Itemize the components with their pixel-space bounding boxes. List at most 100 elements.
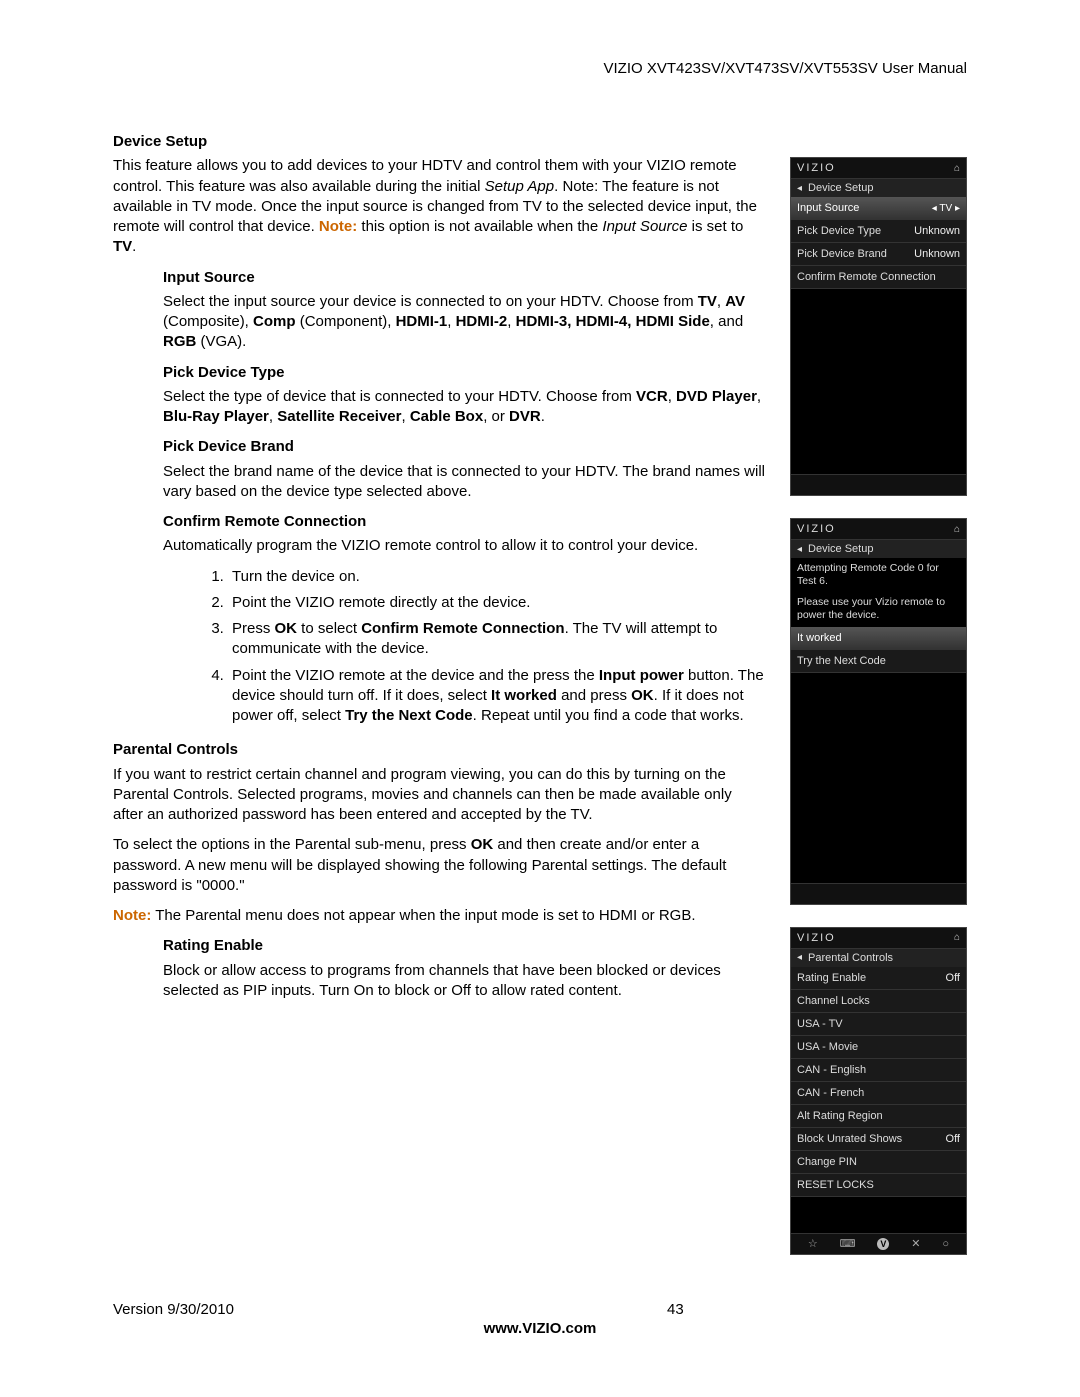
menu-bottom-bar: [791, 474, 966, 495]
menu-row-alt-rating[interactable]: Alt Rating Region: [791, 1105, 966, 1128]
row-label: Channel Locks: [797, 995, 870, 1007]
star-icon[interactable]: ☆: [808, 1237, 818, 1250]
row-label: Try the Next Code: [797, 655, 886, 667]
text: Point the VIZIO remote at the device and…: [232, 667, 599, 684]
text: is set to: [687, 218, 743, 235]
via-icon[interactable]: V: [877, 1238, 889, 1250]
text-bold: Input power: [599, 667, 684, 684]
text-bold: OK: [631, 687, 654, 704]
row-label: USA - Movie: [797, 1041, 858, 1053]
text: (Component),: [296, 313, 396, 330]
text: ,: [717, 293, 725, 310]
text: ,: [401, 408, 409, 425]
text: Press: [232, 620, 275, 637]
text: ,: [447, 313, 455, 330]
text: To select the options in the Parental su…: [113, 836, 471, 853]
menu-title: Device Setup: [808, 543, 873, 555]
text-bold: Try the Next Code: [345, 707, 473, 724]
wifi-icon: ⌂: [954, 524, 960, 535]
vizio-logo: VIZIO: [797, 932, 836, 944]
row-label: Confirm Remote Connection: [797, 271, 936, 283]
text-bold: DVD Player: [676, 388, 757, 405]
step-4: Point the VIZIO remote at the device and…: [228, 666, 765, 727]
back-arrow-icon[interactable]: ◂: [797, 183, 802, 194]
content-wrap: Device Setup This feature allows you to …: [113, 132, 967, 1255]
row-label: CAN - French: [797, 1087, 864, 1099]
para-confirm: Automatically program the VIZIO remote c…: [163, 536, 765, 556]
menu-row-block-unrated[interactable]: Block Unrated Shows Off: [791, 1128, 966, 1151]
close-icon[interactable]: ✕: [911, 1237, 920, 1250]
row-label: Block Unrated Shows: [797, 1133, 902, 1145]
menu-logo-bar: VIZIO ⌂: [791, 158, 966, 179]
menu-row-rating-enable[interactable]: Rating Enable Off: [791, 967, 966, 990]
menu-title-row[interactable]: ◂ Device Setup: [791, 179, 966, 197]
menu-row-usa-tv[interactable]: USA - TV: [791, 1013, 966, 1036]
menu-logo-bar: VIZIO ⌂: [791, 928, 966, 949]
menu-row-input-source[interactable]: Input Source ◂ TV ▸: [791, 197, 966, 220]
text-italic: Setup App: [485, 178, 555, 195]
step-2: Point the VIZIO remote directly at the d…: [228, 593, 765, 613]
row-label: It worked: [797, 632, 842, 644]
menu-remote-code: VIZIO ⌂ ◂ Device Setup Attempting Remote…: [790, 518, 967, 905]
step-1: Turn the device on.: [228, 567, 765, 587]
text: Select the type of device that is connec…: [163, 388, 636, 405]
text: .: [541, 408, 545, 425]
menu-row-pick-type[interactable]: Pick Device Type Unknown: [791, 220, 966, 243]
menu-row-pick-brand[interactable]: Pick Device Brand Unknown: [791, 243, 966, 266]
menu-title-row[interactable]: ◂ Parental Controls: [791, 949, 966, 967]
row-value: Off: [946, 972, 960, 984]
heading-device-setup: Device Setup: [113, 132, 765, 152]
menu-bottom-bar: [791, 883, 966, 904]
menu-row-usa-movie[interactable]: USA - Movie: [791, 1036, 966, 1059]
row-label: CAN - English: [797, 1064, 866, 1076]
menu-row-change-pin[interactable]: Change PIN: [791, 1151, 966, 1174]
text-bold: TV: [698, 293, 717, 310]
menu-device-setup: VIZIO ⌂ ◂ Device Setup Input Source ◂ TV…: [790, 157, 967, 496]
menu-row-can-french[interactable]: CAN - French: [791, 1082, 966, 1105]
row-label: Alt Rating Region: [797, 1110, 883, 1122]
menu-row-try-next[interactable]: Try the Next Code: [791, 650, 966, 673]
text-bold: OK: [471, 836, 494, 853]
menu-message-2: Please use your Vizio remote to power th…: [791, 592, 966, 626]
back-arrow-icon[interactable]: ◂: [797, 544, 802, 555]
menu-parental: VIZIO ⌂ ◂ Parental Controls Rating Enabl…: [790, 927, 967, 1255]
text-bold: HDMI-2: [456, 313, 508, 330]
back-arrow-icon[interactable]: ◂: [797, 952, 802, 963]
page-header: VIZIO XVT423SV/XVT473SV/XVT553SV User Ma…: [113, 60, 967, 77]
menu-bottom-bar: ☆ ⌨ V ✕ ○: [791, 1233, 966, 1254]
menu-title-row[interactable]: ◂ Device Setup: [791, 540, 966, 558]
heading-parental: Parental Controls: [113, 740, 765, 760]
text: (Composite),: [163, 313, 253, 330]
text: .: [132, 238, 136, 255]
row-value: ◂ TV ▸: [932, 203, 960, 214]
text-bold: DVR: [509, 408, 541, 425]
text-bold: HDMI-3, HDMI-4, HDMI Side: [516, 313, 710, 330]
para-pick-brand: Select the brand name of the device that…: [163, 462, 765, 503]
row-label: Pick Device Brand: [797, 248, 887, 260]
heading-pick-brand: Pick Device Brand: [163, 437, 765, 457]
row-label: Input Source: [797, 202, 859, 214]
side-column: VIZIO ⌂ ◂ Device Setup Input Source ◂ TV…: [790, 157, 967, 1255]
text: . Repeat until you find a code that work…: [473, 707, 744, 724]
menu-row-confirm[interactable]: Confirm Remote Connection: [791, 266, 966, 289]
para-parental-2: To select the options in the Parental su…: [113, 835, 765, 896]
text-bold: It worked: [491, 687, 557, 704]
menu-row-reset-locks[interactable]: RESET LOCKS: [791, 1174, 966, 1197]
menu-row-it-worked[interactable]: It worked: [791, 627, 966, 650]
text: (VGA).: [196, 333, 246, 350]
note-label: Note:: [319, 218, 357, 235]
footer-url: www.VIZIO.com: [113, 1320, 967, 1337]
text: to select: [297, 620, 361, 637]
text-bold: RGB: [163, 333, 196, 350]
menu-row-channel-locks[interactable]: Channel Locks: [791, 990, 966, 1013]
menu-row-can-english[interactable]: CAN - English: [791, 1059, 966, 1082]
menu-title: Parental Controls: [808, 952, 893, 964]
text-bold: Satellite Receiver: [277, 408, 401, 425]
text-bold: VCR: [636, 388, 668, 405]
keyboard-icon[interactable]: ⌨: [840, 1237, 856, 1250]
text-bold: Confirm Remote Connection: [361, 620, 564, 637]
menu-logo-bar: VIZIO ⌂: [791, 519, 966, 540]
circle-icon[interactable]: ○: [942, 1238, 949, 1250]
row-label: Change PIN: [797, 1156, 857, 1168]
heading-pick-type: Pick Device Type: [163, 363, 765, 383]
